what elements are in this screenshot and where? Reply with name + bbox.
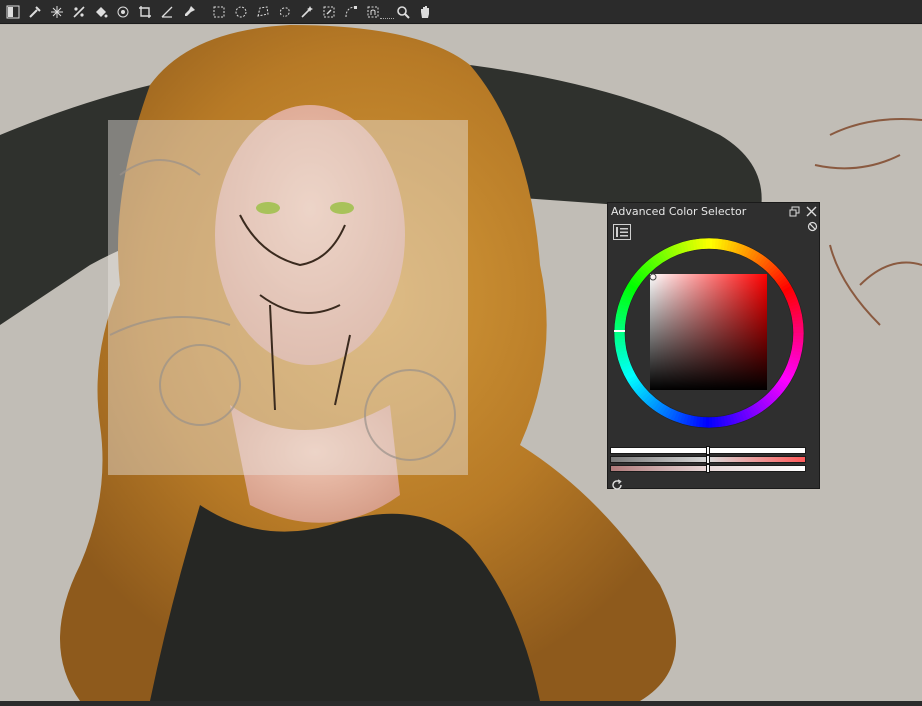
pin-tool-icon[interactable] [178, 1, 200, 23]
assistant-tool-icon[interactable] [68, 1, 90, 23]
refresh-icon[interactable] [611, 476, 623, 490]
lightness-slider[interactable] [610, 446, 806, 455]
freehand-selection-icon[interactable] [274, 1, 296, 23]
hue-marker[interactable] [614, 330, 625, 332]
hue-ring-selector[interactable] [611, 234, 807, 436]
polygonal-selection-icon[interactable] [252, 1, 274, 23]
similar-color-selection-icon[interactable] [318, 1, 340, 23]
color-sliders [610, 446, 806, 474]
tool-options-toolbar [0, 0, 922, 24]
magic-wand-selection-icon[interactable] [296, 1, 318, 23]
elliptical-selection-icon[interactable] [230, 1, 252, 23]
value-slider[interactable] [610, 464, 806, 473]
fill-tool-icon[interactable] [90, 1, 112, 23]
zoom-tool-icon[interactable] [392, 1, 414, 23]
crop-tool-icon[interactable] [134, 1, 156, 23]
reference-tool-icon[interactable] [112, 1, 134, 23]
rectangular-selection-icon[interactable] [208, 1, 230, 23]
bezier-selection-icon[interactable] [340, 1, 362, 23]
pan-tool-icon[interactable] [414, 1, 436, 23]
toolbar-grip[interactable] [380, 18, 394, 21]
docker-title: Advanced Color Selector [611, 205, 747, 218]
eyedropper-tool-icon[interactable] [24, 1, 46, 23]
advanced-color-selector-docker: Advanced Color Selector [607, 202, 820, 490]
close-icon[interactable] [804, 204, 818, 218]
saturation-value-square[interactable] [650, 274, 767, 390]
status-bar [0, 701, 922, 706]
float-docker-icon[interactable] [787, 204, 801, 218]
saturation-slider[interactable] [610, 455, 806, 464]
disable-icon[interactable] [805, 219, 819, 233]
measure-tool-icon[interactable] [156, 1, 178, 23]
smart-patch-tool-icon[interactable] [46, 1, 68, 23]
gradient-tool-icon[interactable] [2, 1, 24, 23]
